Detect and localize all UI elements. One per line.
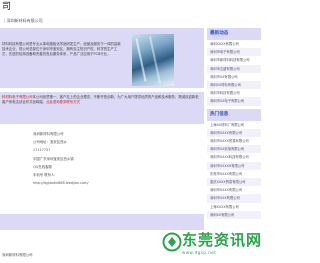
hot-item[interactable]: 深圳市XXXX有限公司 <box>207 186 261 195</box>
window-title: 司 <box>2 2 12 12</box>
company-name-link[interactable]: 科材料电子有限公司 <box>2 95 33 99</box>
contact-info: 深圳新材料有限公司 公司地址：宝安区西乡 17117757 中国广东深圳宝安区西… <box>0 124 204 188</box>
hot-item[interactable]: 深圳市XXXX贸易有限公司 <box>207 137 261 146</box>
hot-item[interactable]: 深圳XX有限公司 <box>207 210 261 220</box>
consult-link[interactable]: 点此咨询更多联系方式 <box>46 100 80 104</box>
latest-item[interactable]: 深圳XX材料有限公司 <box>207 81 261 90</box>
contact-url[interactable]: http://dgjiaotin868.leedjian.com/ <box>33 179 204 187</box>
latest-item[interactable]: 深圳市科技有限公司 <box>207 89 261 98</box>
contact-region: 中国广东深圳宝安区西乡镇 <box>33 156 74 161</box>
breadcrumb-current[interactable]: 深圳新材料有限公司 <box>7 18 43 23</box>
latest-item[interactable]: 深圳市新材料科技有限公司 <box>207 56 261 65</box>
contact-address: 公司地址：宝安区西乡 <box>33 140 67 145</box>
watermark-logo-icon <box>162 232 182 252</box>
latest-item[interactable]: 深圳市XX电子有限公司 <box>207 97 261 106</box>
building-image <box>132 34 174 86</box>
intro-text: 材料科技有限公司是专业从事电路板化学品研发生产、经营及服务于一体的高新技术企业，… <box>2 42 121 56</box>
latest-list: 深圳XXXX有限公司 深圳市电子有限公司 深圳市新材料科技有限公司 深圳市达盛有… <box>207 40 261 106</box>
hot-heading: 热门信息 <box>207 108 261 121</box>
watermark: 东莞资讯网 www.dgsp.net <box>160 226 261 263</box>
hot-item[interactable]: 深圳市XXXX有限公司 <box>207 128 261 138</box>
watermark-text: 东莞资讯网 <box>182 231 263 249</box>
hot-item[interactable]: 深圳市XX机电有限公司 <box>207 145 261 154</box>
latest-item[interactable]: 深圳XXXX有限公司 <box>207 40 261 49</box>
footer-line-2: 深圳新材料有限公司 <box>2 253 33 257</box>
contact-company: 深圳新材料有限公司 <box>33 132 64 136</box>
breadcrumb-separator: | <box>4 18 6 23</box>
company-intro: 材料科技有限公司是专业从事电路板化学品研发生产、经营及服务于一体的高新技术企业，… <box>0 28 204 88</box>
main-content: 材料科技有限公司是专业从事电路板化学品研发生产、经营及服务于一体的高新技术企业，… <box>0 28 204 188</box>
sidebar: 最新动态 深圳XXXX有限公司 深圳市电子有限公司 深圳市新材料科技有限公司 深… <box>207 28 261 220</box>
hot-list: 上海XX材料厂有限公司 深圳市XXXX有限公司 深圳市XXXX贸易有限公司 深圳… <box>207 120 261 220</box>
breadcrumb: | 深圳新材料有限公司 <box>0 16 209 26</box>
hot-item[interactable]: 深圳市XXX有限公司 <box>207 194 261 203</box>
hot-item[interactable]: 上海XX材料厂有限公司 <box>207 120 261 129</box>
latest-item[interactable]: 深圳市电子有限公司 <box>207 48 261 57</box>
hot-item[interactable]: 上海XXXX有限公司 <box>207 202 261 211</box>
latest-item[interactable]: 深圳市达盛有限公司 <box>207 64 261 73</box>
contact-phone: 17117757 <box>33 148 51 153</box>
hot-item[interactable]: 深圳市XXXX科技有限公司 <box>207 153 261 162</box>
contact-mobile: 手机号 联系人 <box>33 173 55 178</box>
company-description: 科材料电子有限公司本公司品质第一、客户至上的企业理念，不断开拓创新，为广大用户提… <box>0 92 204 124</box>
hot-item[interactable]: 东莞市XXXX有限公司 <box>207 169 261 179</box>
watermark-url: www.dgsp.net <box>182 250 217 255</box>
hot-item[interactable]: 重庆XXXX贸易有限公司 <box>207 178 261 187</box>
contact-qq[interactable]: QQ在线客服 <box>33 163 204 171</box>
latest-heading: 最新动态 <box>207 28 261 40</box>
latest-item[interactable]: 深圳市XX有限公司 <box>207 72 261 82</box>
hot-item[interactable]: 深圳市XXXXX有限公司 <box>207 161 261 170</box>
